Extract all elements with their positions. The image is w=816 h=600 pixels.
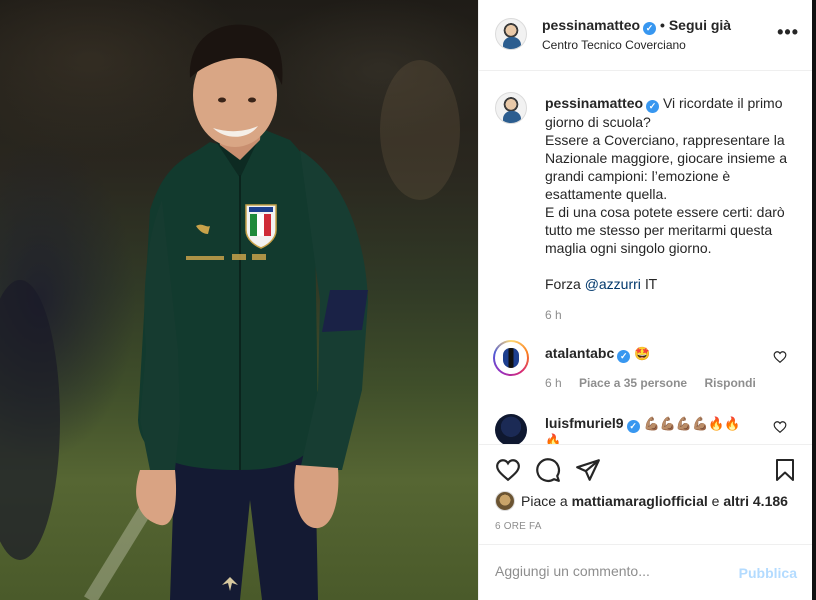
verified-badge-icon: ✓ [617,350,631,363]
post-actions: Piace a mattiamaragliofficial e altri 4.… [479,444,813,536]
caption-author-avatar[interactable] [495,92,527,124]
likes-prefix: Piace a [521,493,572,509]
likes-others-link[interactable]: altri 4.186 [723,493,788,509]
likes-summary: Piace a mattiamaragliofficial e altri 4.… [495,491,788,511]
comment-body: 🤩 [634,347,651,362]
post-location[interactable]: Centro Tecnico Coverciano [542,38,686,52]
commenter-avatar[interactable] [493,340,529,376]
post-header: pessinamatteo ✓ • Segui già Centro Tecnico… [479,0,813,71]
reply-button[interactable]: Rispondi [704,376,755,390]
comment-body-muscles: 💪🏽💪🏽💪🏽💪🏽 [643,417,709,432]
verified-badge-icon: ✓ [643,22,657,35]
likes-mid: e [707,493,724,509]
caption-text-block: pessinamatteo ✓ Vi ricordate il primo gio… [545,94,795,295]
comment-like-heart-icon[interactable] [773,420,787,434]
post-photo[interactable] [0,0,478,600]
comment-like-heart-icon[interactable] [773,350,787,364]
comment-text: atalantabc ✓ 🤩 [545,344,767,364]
share-paper-plane-icon[interactable] [575,457,601,483]
comment-likes-link[interactable]: Piace a 35 persone [579,376,687,390]
publish-button[interactable]: Pubblica [739,565,797,581]
add-comment-bar: Pubblica [479,544,813,600]
caption-author-username[interactable]: pessinamatteo [545,95,643,111]
comment-time: 6 h [545,376,562,390]
italy-flag-icon: IT [640,278,657,293]
commenter-username[interactable]: atalantabc [545,345,614,361]
comment-body-fire: 🔥🔥 [708,417,741,432]
follow-status-button[interactable]: • Segui già [660,17,731,33]
caption-time: 6 h [545,308,562,322]
author-avatar[interactable] [495,18,527,50]
add-comment-input[interactable] [495,563,725,579]
author-username[interactable]: pessinamatteo [542,17,640,33]
caption-body: Vi ricordate il primo giorno di scuola? … [545,95,788,292]
comment-text: luisfmuriel9 ✓ 💪🏽💪🏽💪🏽💪🏽🔥🔥 [545,414,767,434]
commenter-avatar[interactable] [495,414,527,446]
comment-bubble-icon[interactable] [535,457,561,483]
post-side-panel: pessinamatteo ✓ • Segui già Centro Tecnico… [478,0,813,600]
liker-avatar[interactable] [495,491,515,511]
atalanta-logo-icon [495,342,527,374]
comment-meta: 6 h Piace a 35 persone Rispondi [545,376,770,390]
verified-badge-icon: ✓ [626,420,640,433]
post-timestamp[interactable]: 6 ORE FA [495,521,542,532]
like-heart-icon[interactable] [495,457,521,483]
photo-scene [0,24,460,600]
save-bookmark-icon[interactable] [773,457,797,483]
author-line: pessinamatteo ✓ • Segui già [542,17,731,35]
window-edge [812,0,816,600]
more-options-icon[interactable]: ••• [777,23,799,41]
liker-username[interactable]: mattiamaragliofficial [572,493,708,509]
mention-link[interactable]: @azzurri [585,276,641,292]
commenter-username[interactable]: luisfmuriel9 [545,415,624,431]
verified-badge-icon: ✓ [646,100,660,113]
